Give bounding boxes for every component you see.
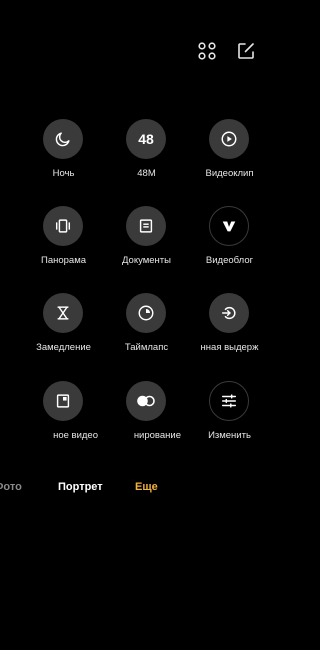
mode-label: нирование — [133, 430, 181, 441]
night-moon-icon — [43, 119, 83, 159]
slow-motion-icon — [43, 293, 83, 333]
mode-vlog[interactable]: Видеоблог — [181, 206, 278, 268]
tab-portrait[interactable]: Портрет — [58, 481, 103, 493]
panorama-icon — [43, 206, 83, 246]
48m-icon: 48 — [126, 119, 166, 159]
settings-sliders-icon — [209, 381, 249, 421]
vlog-icon — [209, 206, 249, 246]
tab-more[interactable]: Еще — [135, 481, 158, 493]
video-clip-icon — [209, 119, 249, 159]
edit-icon[interactable] — [236, 41, 256, 61]
timelapse-icon — [126, 293, 166, 333]
mode-long-exposure[interactable]: нная выдерж — [181, 293, 278, 355]
mode-label: нная выдерж — [200, 342, 259, 353]
tab-photo[interactable]: Фото — [0, 481, 22, 493]
mode-edit-modes[interactable]: Изменить — [181, 381, 278, 443]
dual-video-icon — [126, 381, 166, 421]
mode-label: Видеоблог — [205, 255, 254, 266]
document-icon — [126, 206, 166, 246]
mode-tabs: Фото Портрет Еще — [0, 481, 293, 499]
48m-icon-text: 48 — [138, 131, 154, 147]
mode-label: Видеоклип — [205, 168, 254, 179]
long-exposure-icon — [209, 293, 249, 333]
short-video-icon — [43, 381, 83, 421]
mode-video-clip[interactable]: Видеоклип — [181, 119, 278, 181]
grid-icon[interactable] — [197, 41, 217, 61]
mode-label: ное видео — [53, 430, 98, 441]
mode-label: Изменить — [208, 430, 251, 441]
